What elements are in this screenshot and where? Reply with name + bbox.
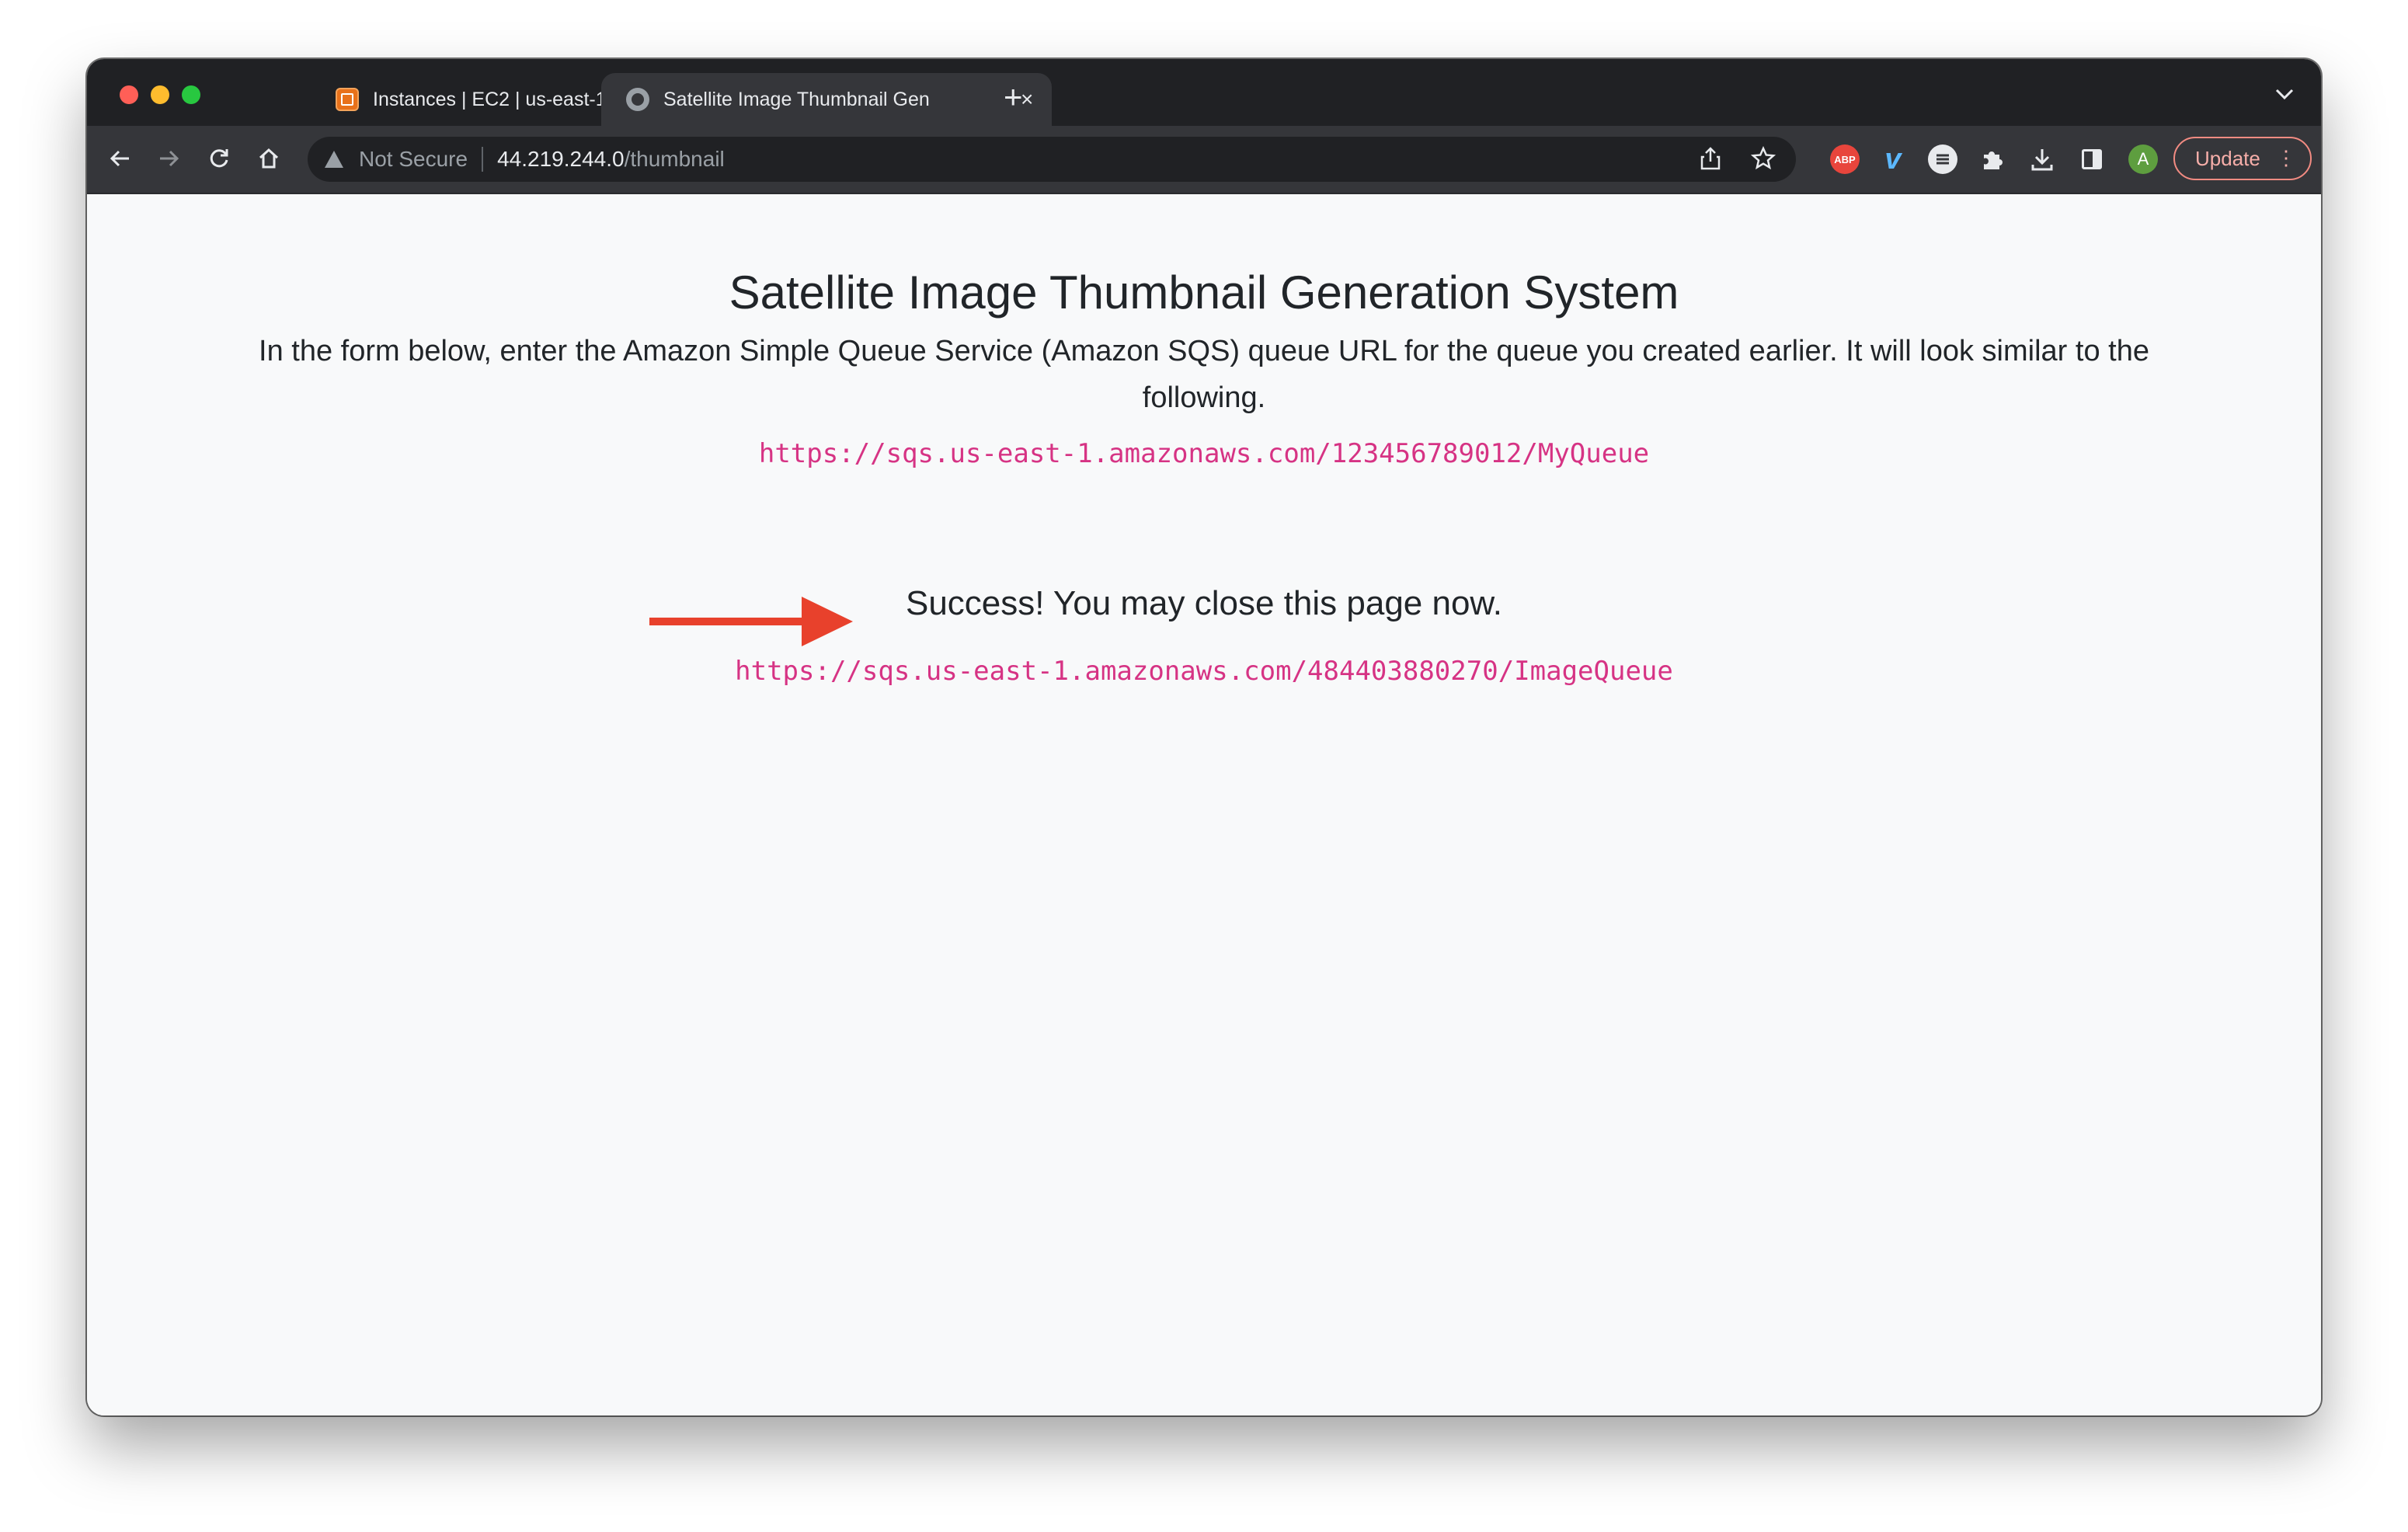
ec2-icon — [336, 88, 359, 111]
close-window-button[interactable] — [120, 85, 138, 104]
home-icon[interactable] — [252, 141, 286, 176]
tab-title: Instances | EC2 | us-east-1 — [373, 88, 607, 110]
warning-icon[interactable] — [325, 151, 343, 168]
extension-icon[interactable] — [1928, 144, 1957, 174]
title-bar: Instances | EC2 | us-east-1 × Satellite … — [87, 59, 2321, 126]
forward-arrow-icon[interactable] — [152, 141, 186, 176]
intro-text: In the form below, enter the Amazon Simp… — [259, 335, 2149, 414]
tab-title: Satellite Image Thumbnail Generation Sys… — [663, 88, 929, 110]
download-icon[interactable] — [2027, 144, 2057, 174]
maximize-window-button[interactable] — [182, 85, 200, 104]
divider — [482, 147, 484, 172]
profile-avatar[interactable]: A — [2128, 144, 2158, 174]
puzzle-extensions-icon[interactable] — [1978, 144, 2007, 174]
url-path: /thumbnail — [624, 147, 725, 171]
page-content: Satellite Image Thumbnail Generation Sys… — [87, 194, 2321, 1415]
submitted-queue-url: https://sqs.us-east-1.amazonaws.com/4844… — [735, 656, 1673, 687]
adblock-extension-icon[interactable]: ABP — [1830, 144, 1860, 174]
bookmark-star-icon[interactable] — [1750, 145, 1776, 177]
update-button[interactable]: Update ⋮ — [2173, 137, 2312, 180]
example-queue-url: https://sqs.us-east-1.amazonaws.com/1234… — [758, 438, 1650, 469]
page-title: Satellite Image Thumbnail Generation Sys… — [729, 266, 1679, 319]
share-icon[interactable] — [1700, 146, 1721, 177]
success-message: Success! You may close this page now. — [905, 584, 1503, 622]
minimize-window-button[interactable] — [151, 85, 169, 104]
back-arrow-icon[interactable] — [103, 141, 137, 176]
url-host: 44.219.244.0 — [497, 147, 625, 171]
reload-icon[interactable] — [202, 141, 236, 176]
tab-search-chevron-icon[interactable] — [2274, 84, 2295, 106]
browser-toolbar: Not Secure 44.219.244.0/thumbnail ABP v … — [87, 126, 2321, 194]
browser-window: Instances | EC2 | us-east-1 × Satellite … — [87, 59, 2321, 1415]
more-menu-icon[interactable]: ⋮ — [2276, 146, 2296, 170]
globe-icon — [626, 88, 649, 111]
side-panel-icon[interactable] — [2077, 144, 2107, 174]
security-label[interactable]: Not Secure — [359, 147, 468, 172]
vimeo-extension-icon[interactable]: v — [1878, 143, 1908, 176]
address-bar[interactable]: Not Secure 44.219.244.0/thumbnail — [308, 137, 1796, 182]
update-label: Update — [2195, 146, 2260, 170]
new-tab-button[interactable]: + — [1004, 81, 1023, 113]
tab-thumbnail-system[interactable]: Satellite Image Thumbnail Generation Sys… — [601, 73, 1052, 126]
